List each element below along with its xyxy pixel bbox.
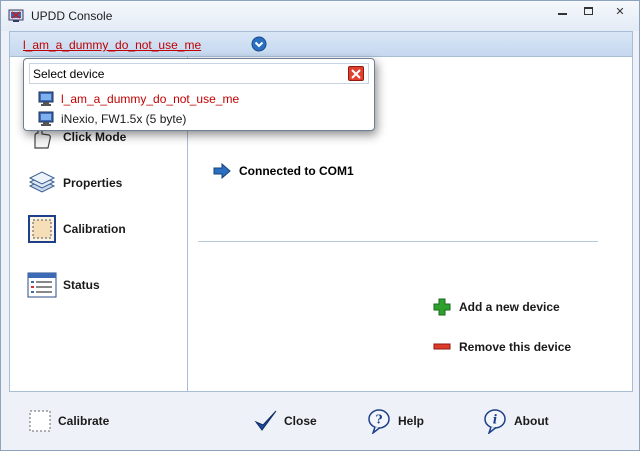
help-icon: ? [367, 408, 393, 434]
connection-label: Connected to COM1 [239, 164, 354, 178]
device-selector-bar[interactable]: l_am_a_dummy_do_not_use_me [9, 31, 633, 57]
popup-device-label: iNexio, FW1.5x (5 byte) [61, 112, 187, 126]
popup-device-label: l_am_a_dummy_do_not_use_me [61, 92, 240, 106]
monitor-icon [38, 111, 54, 126]
nav-item-calibration[interactable]: Calibration [27, 213, 126, 245]
about-button[interactable]: i About [483, 407, 549, 435]
help-button[interactable]: ? Help [367, 407, 424, 435]
svg-text:i: i [493, 413, 498, 427]
calibrate-button[interactable]: Calibrate [27, 407, 109, 435]
nav-label-status: Status [63, 278, 100, 292]
calibrate-label: Calibrate [58, 414, 110, 428]
popup-device-item[interactable]: iNexio, FW1.5x (5 byte) [38, 110, 186, 128]
add-device-button[interactable]: Add a new device [433, 298, 560, 316]
title-bar: UPDD Console ✕ [1, 1, 639, 31]
remove-device-label: Remove this device [459, 340, 572, 354]
info-icon: i [483, 408, 509, 434]
current-device-name[interactable]: l_am_a_dummy_do_not_use_me [23, 38, 201, 52]
maximize-button[interactable] [575, 1, 601, 21]
maximize-icon [583, 7, 593, 15]
help-label: Help [398, 414, 425, 428]
nav-item-status[interactable]: Status [27, 269, 100, 301]
connection-status: Connected to COM1 [213, 163, 354, 179]
add-device-label: Add a new device [459, 300, 560, 314]
popup-title: Select device [33, 67, 105, 81]
close-button[interactable]: Close [253, 407, 317, 435]
app-icon [8, 9, 24, 22]
nav-label-click-mode: Click Mode [63, 130, 127, 144]
close-icon [351, 68, 361, 79]
close-icon: ✕ [615, 5, 625, 18]
monitor-icon [38, 91, 54, 106]
nav-item-properties[interactable]: Properties [27, 167, 122, 199]
about-label: About [514, 414, 549, 428]
remove-device-button[interactable]: Remove this device [433, 338, 571, 356]
popup-device-item[interactable]: l_am_a_dummy_do_not_use_me [38, 90, 239, 108]
nav-label-properties: Properties [63, 176, 123, 190]
chevron-down-icon[interactable] [251, 36, 267, 52]
calibrate-icon [27, 408, 53, 434]
minimize-icon [557, 13, 567, 15]
popup-header: Select device [29, 63, 369, 84]
checkmark-icon [253, 408, 279, 434]
close-label: Close [284, 414, 317, 428]
divider-line [198, 241, 598, 242]
window-title: UPDD Console [31, 9, 113, 23]
status-icon [27, 270, 57, 300]
plus-icon [433, 298, 451, 316]
minus-icon [433, 338, 451, 356]
calibration-icon [27, 214, 57, 244]
close-window-button[interactable]: ✕ [601, 1, 639, 21]
nav-label-calibration: Calibration [63, 222, 126, 236]
minimize-button[interactable] [549, 1, 575, 21]
arrow-right-icon [213, 163, 231, 179]
layers-icon [27, 168, 57, 198]
select-device-popup: Select device l_am_a_dummy_do_not_use_me… [23, 58, 375, 131]
app-window: UPDD Console ✕ l_am_a_dummy_do_not_use_m… [0, 0, 640, 451]
svg-text:?: ? [375, 413, 382, 427]
popup-close-button[interactable] [348, 66, 364, 81]
